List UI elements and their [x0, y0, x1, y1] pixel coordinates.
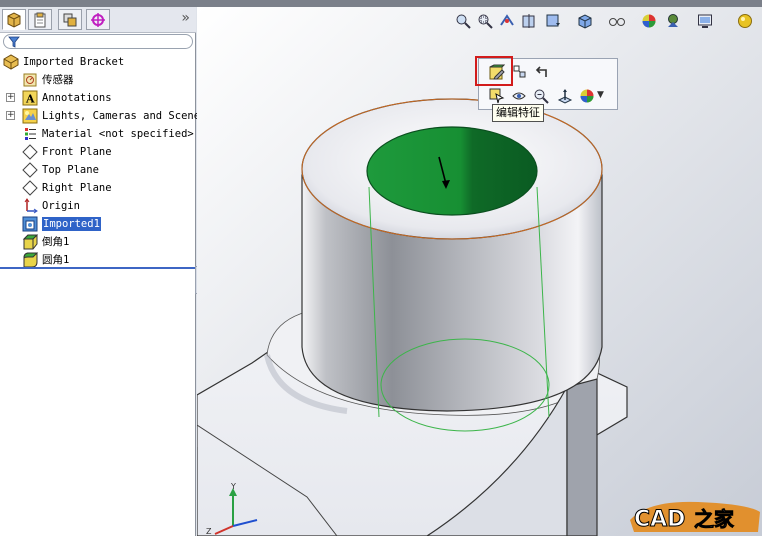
tree-item-label: Front Plane: [42, 146, 112, 158]
zoom-to-fit-icon[interactable]: [452, 10, 474, 32]
tab-segment[interactable]: [282, 0, 347, 7]
edit-sketch-icon[interactable]: [511, 63, 529, 81]
tree-item-annotations[interactable]: + A Annotations: [0, 89, 196, 107]
tab-segment[interactable]: [346, 0, 419, 7]
lights-icon: [22, 108, 38, 124]
expand-toggle[interactable]: +: [6, 111, 15, 120]
tree-item-material[interactable]: Material <not specified>: [0, 125, 196, 143]
rollback-bar[interactable]: [0, 267, 196, 269]
hide-show-items-icon[interactable]: [606, 10, 628, 32]
tab-segment[interactable]: [418, 0, 543, 7]
tab-segment[interactable]: [108, 0, 173, 7]
tree-item-label: Imported Bracket: [23, 56, 125, 68]
featuremanager-tab-icon[interactable]: [2, 9, 26, 30]
tab-segment[interactable]: [0, 0, 109, 7]
appearance-icon[interactable]: [578, 87, 596, 105]
svg-text:Y: Y: [230, 482, 236, 491]
collapse-panel-icon[interactable]: »: [181, 10, 190, 26]
section-view-icon[interactable]: [518, 10, 540, 32]
tree-item-right-plane[interactable]: Right Plane: [0, 179, 196, 197]
previous-view-icon[interactable]: [496, 10, 518, 32]
tree-item-sensors[interactable]: 传感器: [0, 71, 196, 89]
origin-icon: [24, 198, 38, 214]
dropdown-arrow-icon[interactable]: ▼: [597, 90, 604, 100]
zoom-to-selection-icon[interactable]: [532, 87, 550, 105]
tree-item-label: Imported1: [42, 217, 101, 231]
heads-up-view-toolbar: [452, 10, 762, 32]
tree-item-imported1[interactable]: Imported1: [0, 215, 196, 233]
sensor-icon: [23, 73, 37, 87]
material-icon: [25, 128, 36, 140]
chamfer-icon: [22, 234, 38, 250]
tree-item-part[interactable]: Imported Bracket: [0, 53, 196, 71]
tree-item-front-plane[interactable]: Front Plane: [0, 143, 196, 161]
zoom-to-area-icon[interactable]: [474, 10, 496, 32]
hide-icon[interactable]: [510, 87, 528, 105]
view-settings-icon[interactable]: [694, 10, 716, 32]
tree-item-lights[interactable]: + Lights, Cameras and Scene: [0, 107, 200, 125]
filter-icon: [8, 36, 20, 48]
configurationmanager-tab-icon[interactable]: [58, 9, 82, 30]
fillet-icon: [23, 252, 38, 268]
edit-appearance-icon[interactable]: [638, 10, 660, 32]
cad-watermark-logo: CAD 之家: [630, 501, 760, 533]
tab-segment[interactable]: [172, 0, 229, 7]
tab-segment[interactable]: [542, 0, 762, 7]
imported-feature-icon: [22, 216, 38, 232]
tab-segment[interactable]: [228, 0, 283, 7]
svg-text:Z: Z: [206, 527, 212, 536]
graphics-viewport[interactable]: Y Z ▼ 编辑特征: [197, 7, 762, 536]
tree-item-label: Origin: [42, 200, 80, 212]
view-orientation-icon[interactable]: [542, 10, 564, 32]
part-icon: [3, 54, 19, 70]
panel-tab-bar: »: [0, 7, 196, 33]
normal-to-icon[interactable]: [556, 87, 574, 105]
svg-text:之家: 之家: [694, 507, 735, 531]
tree-item-label: Annotations: [42, 92, 112, 104]
propertymanager-tab-icon[interactable]: [28, 9, 52, 30]
display-style-icon[interactable]: [574, 10, 596, 32]
tree-item-label: Top Plane: [42, 164, 99, 176]
svg-text:A: A: [25, 93, 35, 106]
tooltip: 编辑特征: [492, 104, 544, 122]
plane-icon: [22, 144, 38, 160]
tree-item-label: Lights, Cameras and Scene: [42, 110, 201, 122]
expand-toggle[interactable]: +: [6, 93, 15, 102]
realview-icon[interactable]: [734, 10, 756, 32]
feature-manager-panel: » Imported Bracket 传感器 + A Annotations +…: [0, 7, 200, 536]
tree-item-label: 倒角1: [42, 236, 70, 248]
tree-item-label: Right Plane: [42, 182, 112, 194]
rollback-icon[interactable]: [533, 63, 551, 81]
edit-feature-highlight-box: [475, 56, 513, 86]
dimxpert-tab-icon[interactable]: [86, 9, 110, 30]
tree-item-label: 圆角1: [42, 254, 70, 266]
tree-item-top-plane[interactable]: Top Plane: [0, 161, 196, 179]
tree-filter-input[interactable]: [3, 34, 193, 49]
tree-item-label: 传感器: [42, 74, 74, 86]
plane-icon: [22, 162, 38, 178]
tree-item-origin[interactable]: Origin: [0, 197, 196, 215]
document-tab-strip: [0, 0, 762, 7]
svg-text:CAD: CAD: [634, 507, 685, 532]
tree-item-chamfer1[interactable]: 倒角1: [0, 233, 196, 251]
plane-icon: [22, 180, 38, 196]
apply-scene-icon[interactable]: [662, 10, 684, 32]
annotations-icon: A: [22, 90, 38, 106]
select-other-icon[interactable]: [488, 87, 506, 105]
tree-item-label: Material <not specified>: [42, 128, 194, 140]
